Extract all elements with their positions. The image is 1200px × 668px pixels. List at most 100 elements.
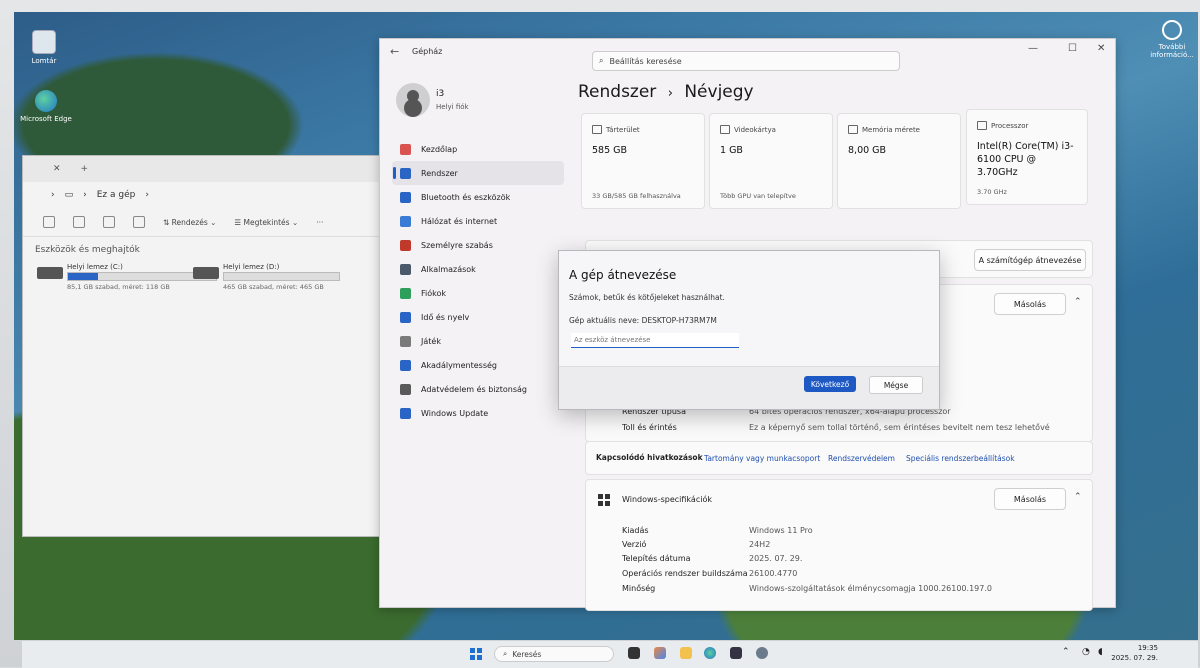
search-icon: ⌕ xyxy=(503,649,508,658)
taskbar-search[interactable]: ⌕ Keresés xyxy=(494,646,614,662)
volume-icon[interactable]: ◖ xyxy=(1098,647,1103,657)
edge-icon xyxy=(35,90,57,112)
drive-d[interactable]: Helyi lemez (D:) 465 GB szabad, méret: 4… xyxy=(193,263,340,291)
monitor-icon: ▭ xyxy=(64,190,74,200)
dialog-title: A gép átnevezése xyxy=(569,268,677,282)
recycle-bin-desktop-icon[interactable]: Lomtár xyxy=(14,30,74,65)
edge-icon[interactable] xyxy=(704,647,716,659)
drive-usage-bar xyxy=(223,272,340,281)
close-tab-icon[interactable]: ✕ xyxy=(53,164,61,174)
sort-button[interactable]: ⇅ Rendezés ⌄ xyxy=(163,218,216,227)
link-advanced-settings[interactable]: Speciális rendszerbeállítások xyxy=(906,454,1015,463)
chevron-right-icon: › xyxy=(145,190,149,200)
sidebar-item-2[interactable]: Bluetooth és eszközök xyxy=(392,185,564,209)
rename-pc-button[interactable]: A számítógép átnevezése xyxy=(974,249,1086,271)
link-system-protection[interactable]: Rendszervédelem xyxy=(828,454,895,463)
share-icon[interactable] xyxy=(103,216,115,228)
breadcrumb: Rendszer › Névjegy xyxy=(578,82,754,102)
spec-key: Kiadás xyxy=(622,526,649,535)
back-arrow-icon[interactable]: ← xyxy=(390,45,399,58)
maximize-icon[interactable]: ☐ xyxy=(1068,43,1077,54)
copy-windows-specs-button[interactable]: Másolás xyxy=(994,488,1066,510)
new-name-input[interactable] xyxy=(571,333,739,348)
sidebar-item-1[interactable]: Rendszer xyxy=(392,161,564,185)
close-icon[interactable]: ✕ xyxy=(1097,43,1105,54)
nav-icon xyxy=(400,311,411,323)
user-profile[interactable]: i3 Helyi fiók xyxy=(396,83,469,117)
paste-icon[interactable] xyxy=(73,216,85,228)
sidebar-item-8[interactable]: Játék xyxy=(392,329,564,353)
spec-value: Windows 11 Pro xyxy=(749,526,813,535)
card-sub: 3.70 GHz xyxy=(977,188,1007,196)
next-button[interactable]: Következő xyxy=(804,376,856,392)
taskbar-clock[interactable]: 19:35 2025. 07. 29. xyxy=(1111,643,1158,663)
link-domain-workgroup[interactable]: Tartomány vagy munkacsoport xyxy=(704,454,820,463)
more-button[interactable]: ··· xyxy=(316,218,323,227)
network-icon[interactable]: ◔ xyxy=(1082,647,1090,657)
copy-icon[interactable] xyxy=(43,216,55,228)
explorer-address-bar[interactable]: › ▭ › Ez a gép › xyxy=(23,182,403,208)
spec-card-storage[interactable]: Tárterület 585 GB 33 GB/585 GB felhaszná… xyxy=(581,113,705,209)
card-value: 1 GB xyxy=(720,145,743,156)
spec-key: Operációs rendszer buildszáma xyxy=(622,569,748,578)
spec-key: Toll és érintés xyxy=(622,423,677,432)
tray-chevron-icon[interactable]: ⌃ xyxy=(1062,647,1070,657)
copy-device-specs-button[interactable]: Másolás xyxy=(994,293,1066,315)
minimize-icon[interactable]: — xyxy=(1028,43,1038,54)
delete-icon[interactable] xyxy=(133,216,145,228)
chevron-up-icon[interactable]: ⌃ xyxy=(1074,492,1082,502)
storage-icon xyxy=(592,125,602,134)
chevron-right-icon: › xyxy=(51,190,55,200)
desktop-icon-label: Microsoft Edge xyxy=(20,115,72,123)
start-button-icon[interactable] xyxy=(470,648,482,660)
card-header: Processzor xyxy=(991,121,1029,130)
cancel-button[interactable]: Mégse xyxy=(869,376,923,394)
nav-icon xyxy=(400,359,411,371)
sidebar-item-6[interactable]: Fiókok xyxy=(392,281,564,305)
spec-card-gpu[interactable]: Videokártya 1 GB Több GPU van telepítve xyxy=(709,113,833,209)
sidebar-item-0[interactable]: Kezdőlap xyxy=(392,137,564,161)
card-value: 8,00 GB xyxy=(848,145,887,156)
windows-logo-icon xyxy=(598,494,610,506)
settings-nav: Kezdőlap Rendszer Bluetooth és eszközök Hál… xyxy=(392,137,564,425)
chevron-up-icon[interactable]: ⌃ xyxy=(1074,297,1082,307)
recycle-bin-icon xyxy=(32,30,56,54)
copilot-icon[interactable] xyxy=(654,647,666,659)
card-header: Videokártya xyxy=(734,125,776,134)
settings-gear-icon[interactable] xyxy=(756,647,768,659)
sidebar-item-3[interactable]: Hálózat és internet xyxy=(392,209,564,233)
sidebar-item-5[interactable]: Alkalmazások xyxy=(392,257,564,281)
breadcrumb-parent[interactable]: Rendszer xyxy=(578,82,656,102)
nav-icon xyxy=(400,335,411,347)
sidebar-item-9[interactable]: Akadálymentesség xyxy=(392,353,564,377)
task-view-icon[interactable] xyxy=(628,647,640,659)
card-value: 585 GB xyxy=(592,145,628,156)
file-explorer-icon[interactable] xyxy=(680,647,692,659)
dialog-footer: Következő Mégse xyxy=(559,366,939,409)
drives-section-title: Eszközök és meghajtók xyxy=(35,245,140,255)
edge-desktop-icon[interactable]: Microsoft Edge xyxy=(16,90,76,123)
user-name: i3 xyxy=(436,89,445,99)
page-title: Névjegy xyxy=(684,82,754,102)
nav-icon xyxy=(400,143,411,155)
gpu-icon xyxy=(720,125,730,134)
sidebar-item-11[interactable]: Windows Update xyxy=(392,401,564,425)
spec-key: Telepítés dátuma xyxy=(622,554,691,563)
spec-card-memory[interactable]: Memória mérete 8,00 GB xyxy=(837,113,961,209)
view-button[interactable]: ☰ Megtekintés ⌄ xyxy=(234,218,298,227)
related-links-title: Kapcsolódó hivatkozások xyxy=(596,453,703,462)
sidebar-item-label: Adatvédelem és biztonság xyxy=(421,384,527,394)
user-account-type: Helyi fiók xyxy=(436,103,469,111)
sidebar-item-4[interactable]: Személyre szabás xyxy=(392,233,564,257)
related-links-section: Kapcsolódó hivatkozások Tartomány vagy m… xyxy=(585,441,1093,475)
settings-search-input[interactable]: ⌕ Beállítás keresése xyxy=(592,51,900,71)
store-icon[interactable] xyxy=(730,647,742,659)
spec-card-processor[interactable]: Processzor Intel(R) Core(TM) i3-6100 CPU… xyxy=(966,109,1088,205)
spec-key: Minőség xyxy=(622,584,656,593)
sidebar-item-7[interactable]: Idő és nyelv xyxy=(392,305,564,329)
processor-icon xyxy=(977,121,987,130)
new-tab-icon[interactable]: + xyxy=(81,164,89,174)
sidebar-item-10[interactable]: Adatvédelem és biztonság xyxy=(392,377,564,401)
rename-dialog: A gép átnevezése Számok, betűk és kötője… xyxy=(558,250,940,410)
info-desktop-icon[interactable]: További információ... xyxy=(1142,20,1200,59)
